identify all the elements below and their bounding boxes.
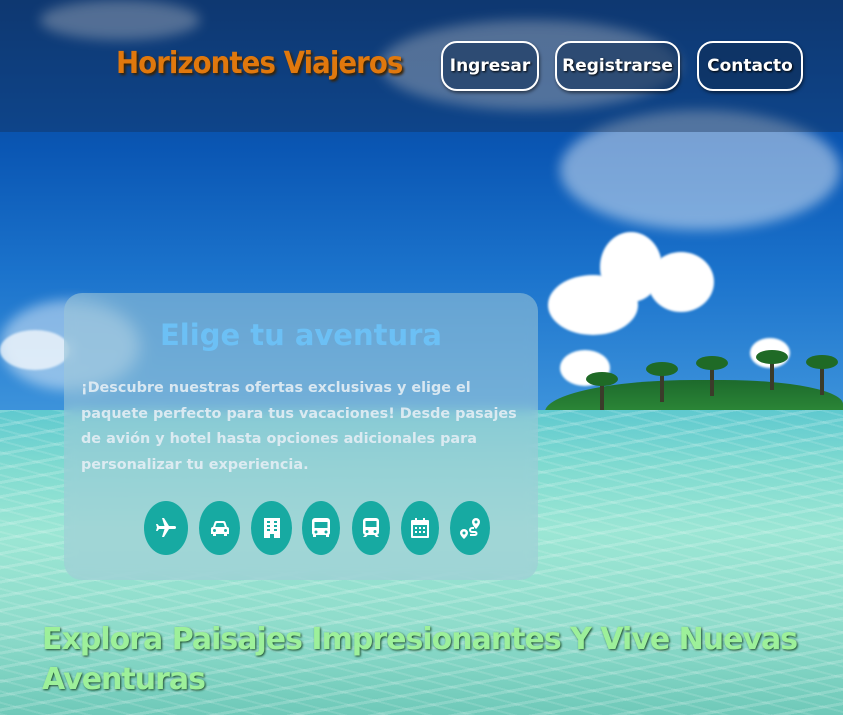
calendar-button[interactable]: [401, 501, 439, 555]
hero-tagline: Explora Paisajes Impresionantes Y Vive N…: [42, 622, 798, 697]
register-button[interactable]: Registrarse: [555, 41, 680, 91]
train-button[interactable]: [352, 501, 390, 555]
contact-button[interactable]: Contacto: [697, 41, 803, 91]
plane-icon: [156, 518, 176, 537]
card-description: ¡Descubre nuestras ofertas exclusivas y …: [81, 380, 517, 473]
route-button[interactable]: [450, 501, 490, 555]
card-title: Elige tu aventura: [160, 318, 442, 352]
car-icon: [210, 521, 229, 536]
bus-button[interactable]: [302, 501, 340, 555]
hotel-icon: [263, 518, 280, 538]
login-button[interactable]: Ingresar: [441, 41, 539, 91]
bus-icon: [312, 518, 330, 537]
brand-logo[interactable]: Horizontes Viajeros: [116, 46, 403, 81]
train-icon: [363, 518, 379, 537]
calendar-icon: [411, 518, 429, 538]
route-icon: [460, 518, 480, 539]
top-header: Horizontes Viajeros Ingresar Registrarse…: [0, 0, 843, 132]
car-button[interactable]: [199, 501, 240, 555]
plane-button[interactable]: [144, 501, 188, 555]
hotel-button[interactable]: [251, 501, 292, 555]
